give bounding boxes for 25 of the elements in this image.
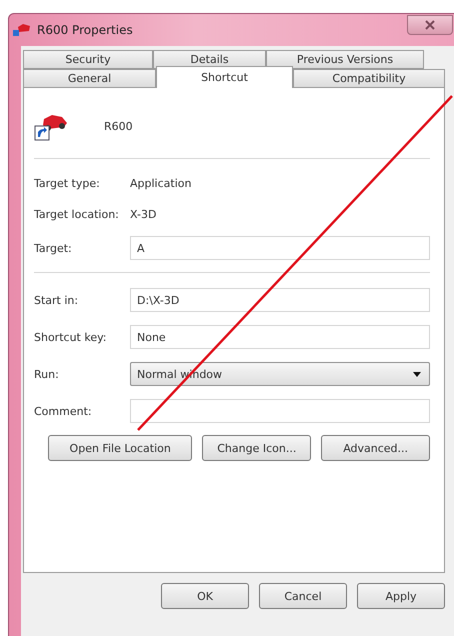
tab[interactable]: Previous Versions (266, 50, 424, 69)
field-label: Comment: (34, 404, 93, 418)
field-label: Run: (34, 368, 60, 380)
field-value: Application (130, 176, 192, 190)
input-field[interactable]: A (130, 236, 430, 260)
field-label: Target: (34, 242, 73, 254)
action-button[interactable]: Change Icon... (202, 435, 312, 461)
tab[interactable]: General (23, 69, 156, 88)
field-label: Start in: (34, 294, 80, 306)
input-field[interactable]: D:\X-3D (130, 288, 430, 312)
field-label: Shortcut key: (34, 330, 108, 344)
window-title: R600 Properties (37, 23, 133, 37)
field-value: X-3D (130, 208, 156, 220)
input-field[interactable]: None (130, 325, 430, 349)
tab[interactable]: Shortcut (156, 66, 293, 88)
field-label: Target location: (34, 208, 120, 220)
dialog-button[interactable]: Apply (357, 583, 445, 609)
field-label: Target type: (34, 176, 101, 190)
dialog-button[interactable]: Cancel (259, 583, 347, 609)
tab[interactable]: Security (23, 50, 153, 69)
action-button[interactable]: Advanced... (321, 435, 430, 461)
shortcut-name: R600 (104, 120, 133, 132)
tab[interactable]: Compatibility (293, 69, 445, 88)
dialog-button[interactable]: OK (161, 583, 249, 609)
action-button[interactable]: Open File Location (48, 435, 192, 461)
